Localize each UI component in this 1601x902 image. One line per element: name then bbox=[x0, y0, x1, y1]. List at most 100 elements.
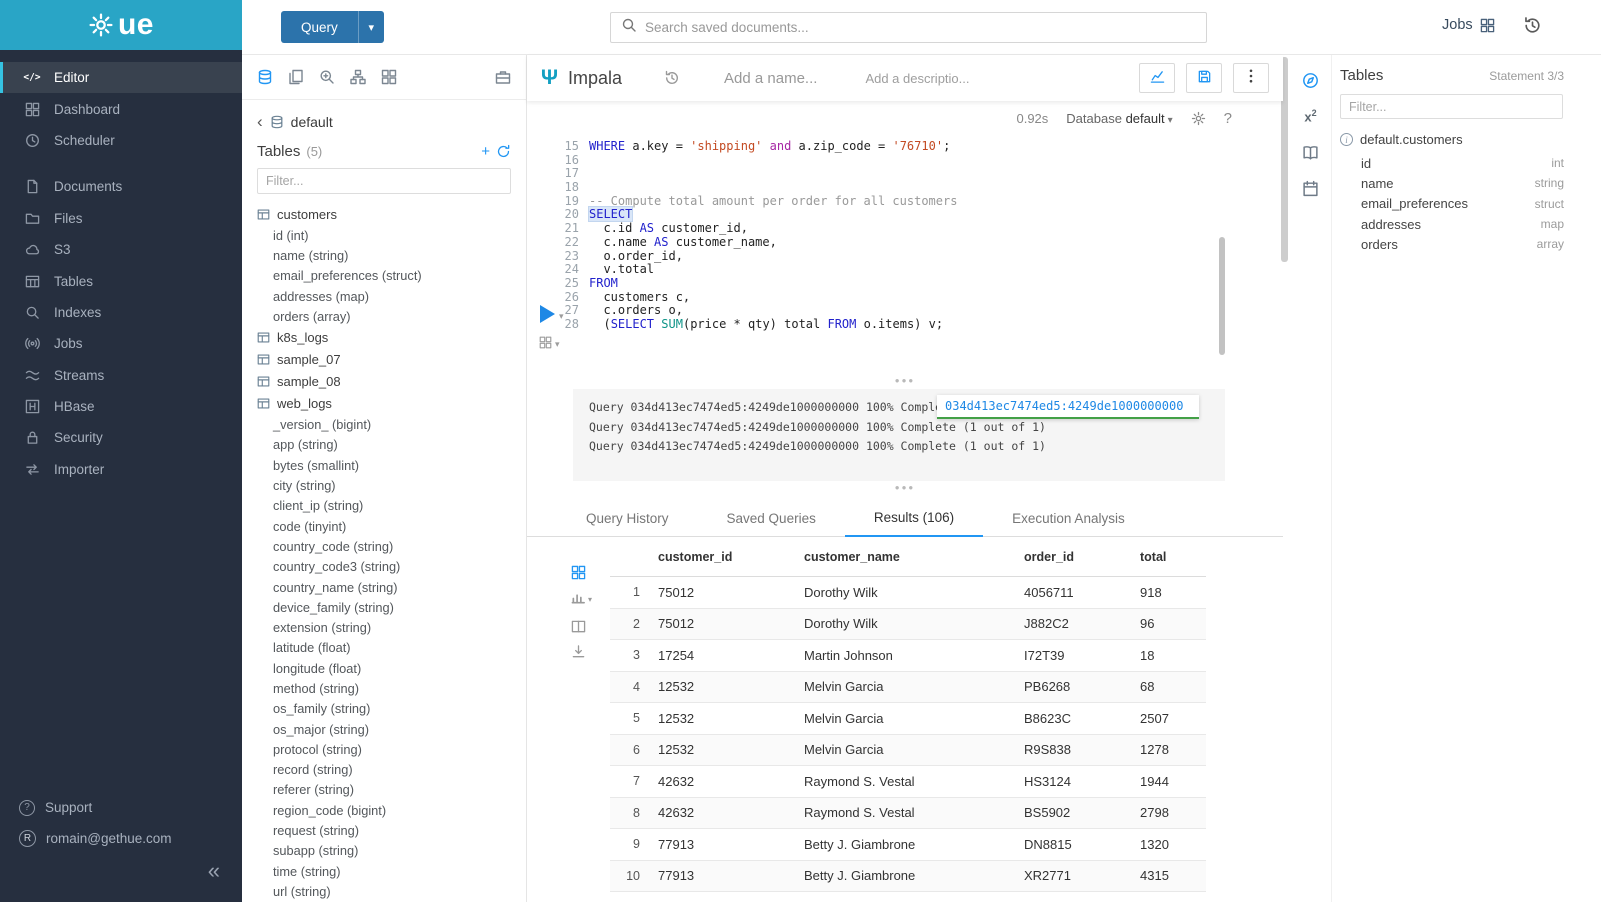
assist-column[interactable]: addresses (map) bbox=[242, 286, 526, 306]
assist-column[interactable]: longitude (float) bbox=[242, 658, 526, 678]
sidebar-item-dashboard[interactable]: Dashboard bbox=[0, 93, 242, 124]
right-filter-input[interactable] bbox=[1340, 94, 1563, 119]
refresh-icon[interactable] bbox=[496, 144, 511, 159]
save-button[interactable] bbox=[1186, 63, 1222, 93]
sidebar-item-indexes[interactable]: Indexes bbox=[0, 297, 242, 328]
resize-handle[interactable]: ●●● bbox=[527, 377, 1283, 385]
documents-icon[interactable] bbox=[288, 69, 304, 85]
sidebar-item-support[interactable]: ? Support bbox=[0, 792, 242, 823]
right-column-item[interactable]: idint bbox=[1340, 153, 1601, 173]
columns-icon[interactable] bbox=[571, 619, 592, 634]
assist-column[interactable]: name (string) bbox=[242, 245, 526, 265]
query-history-icon[interactable] bbox=[664, 70, 680, 86]
sidebar-item-jobs[interactable]: Jobs bbox=[0, 328, 242, 359]
sidebar-item-s3[interactable]: S3 bbox=[0, 234, 242, 265]
hue-logo[interactable]: ue bbox=[0, 0, 242, 50]
settings-gear-icon[interactable] bbox=[1191, 111, 1206, 126]
sidebar-item-files[interactable]: Files bbox=[0, 203, 242, 234]
sidebar-item-hbase[interactable]: HBase bbox=[0, 391, 242, 422]
format-selector[interactable]: ▾ bbox=[539, 336, 560, 352]
jobs-link[interactable]: Jobs bbox=[1442, 17, 1495, 33]
query-dropdown-caret[interactable]: ▾ bbox=[358, 11, 384, 43]
right-column-item[interactable]: ordersarray bbox=[1340, 234, 1601, 254]
tab-query-history[interactable]: Query History bbox=[557, 511, 698, 536]
sidebar-item-scheduler[interactable]: Scheduler bbox=[0, 125, 242, 156]
right-column-item[interactable]: email_preferencesstruct bbox=[1340, 194, 1601, 214]
assist-column[interactable]: region_code (bigint) bbox=[242, 800, 526, 820]
help-question-icon[interactable]: ? bbox=[1224, 110, 1232, 127]
right-column-item[interactable]: addressesmap bbox=[1340, 214, 1601, 234]
search-input[interactable] bbox=[645, 20, 1196, 35]
assist-filter-input[interactable] bbox=[257, 168, 511, 194]
assist-table-customers[interactable]: customers bbox=[242, 203, 526, 225]
results-column-header[interactable]: customer_name bbox=[800, 550, 1020, 564]
assist-column[interactable]: device_family (string) bbox=[242, 597, 526, 617]
assist-column[interactable]: request (string) bbox=[242, 820, 526, 840]
results-column-header[interactable]: customer_id bbox=[654, 550, 800, 564]
assist-column[interactable]: url (string) bbox=[242, 881, 526, 901]
add-table-icon[interactable]: + bbox=[481, 143, 490, 160]
apps-grid-icon[interactable] bbox=[381, 69, 397, 85]
sidebar-item-security[interactable]: Security bbox=[0, 422, 242, 453]
resize-handle[interactable]: ●●● bbox=[527, 484, 1283, 492]
chart-button[interactable] bbox=[1139, 63, 1175, 93]
assist-column[interactable]: orders (array) bbox=[242, 306, 526, 326]
execute-button[interactable] bbox=[540, 305, 555, 323]
language-docs-icon[interactable] bbox=[1290, 137, 1331, 167]
briefcase-icon[interactable] bbox=[495, 69, 511, 85]
editor-scrollbar[interactable] bbox=[1219, 237, 1225, 355]
results-column-header[interactable]: order_id bbox=[1020, 550, 1136, 564]
back-chevron-icon[interactable]: ‹ bbox=[257, 113, 263, 130]
assist-column[interactable]: client_ip (string) bbox=[242, 496, 526, 516]
sidebar-item-user[interactable]: R romain@gethue.com bbox=[0, 823, 242, 854]
assist-table-k8s-logs[interactable]: k8s_logs bbox=[242, 326, 526, 348]
sql-sources-icon[interactable] bbox=[257, 69, 273, 85]
search-zoom-icon[interactable] bbox=[319, 69, 335, 85]
assist-table-web-logs[interactable]: web_logs bbox=[242, 392, 526, 414]
assist-column[interactable]: method (string) bbox=[242, 678, 526, 698]
assist-column[interactable]: protocol (string) bbox=[242, 739, 526, 759]
sidebar-item-importer[interactable]: Importer bbox=[0, 454, 242, 485]
query-button-label[interactable]: Query bbox=[281, 11, 358, 43]
assist-column[interactable]: os_major (string) bbox=[242, 719, 526, 739]
assist-column[interactable]: city (string) bbox=[242, 475, 526, 495]
query-name-input[interactable]: Add a name... bbox=[724, 70, 817, 87]
more-actions-button[interactable] bbox=[1233, 63, 1269, 93]
assist-column[interactable]: subapp (string) bbox=[242, 841, 526, 861]
assist-column[interactable]: bytes (smallint) bbox=[242, 455, 526, 475]
chart-view-icon[interactable]: ▾ bbox=[571, 590, 592, 609]
assist-column[interactable]: extension (string) bbox=[242, 617, 526, 637]
assist-column[interactable]: country_code3 (string) bbox=[242, 557, 526, 577]
assist-column[interactable]: referer (string) bbox=[242, 780, 526, 800]
breadcrumb-database[interactable]: default bbox=[291, 114, 333, 130]
database-selector[interactable]: Database default▾ bbox=[1066, 111, 1172, 126]
new-query-button[interactable]: Query ▾ bbox=[281, 11, 384, 43]
assist-column[interactable]: record (string) bbox=[242, 760, 526, 780]
assist-column[interactable]: code (tinyint) bbox=[242, 516, 526, 536]
assist-column[interactable]: id (int) bbox=[242, 225, 526, 245]
right-column-item[interactable]: namestring bbox=[1340, 173, 1601, 193]
sitemap-icon[interactable] bbox=[350, 69, 366, 85]
assist-column[interactable]: _version_ (bigint) bbox=[242, 414, 526, 434]
sidebar-item-tables[interactable]: Tables bbox=[0, 265, 242, 296]
query-description-input[interactable]: Add a descriptio... bbox=[865, 71, 969, 86]
right-active-table[interactable]: i default.customers bbox=[1340, 132, 1601, 147]
assist-column[interactable]: country_code (string) bbox=[242, 536, 526, 556]
sidebar-item-streams[interactable]: Streams bbox=[0, 360, 242, 391]
assist-column[interactable]: email_preferences (struct) bbox=[242, 266, 526, 286]
assistant-icon[interactable] bbox=[1290, 65, 1331, 95]
tab-saved-queries[interactable]: Saved Queries bbox=[698, 511, 845, 536]
grid-view-icon[interactable] bbox=[571, 565, 592, 580]
sidebar-item-documents[interactable]: Documents bbox=[0, 171, 242, 202]
sidebar-collapse-button[interactable]: « bbox=[208, 858, 220, 884]
schedule-icon[interactable] bbox=[1290, 173, 1331, 203]
sidebar-item-editor[interactable]: </>Editor bbox=[0, 62, 242, 93]
tab-results-106[interactable]: Results (106) bbox=[845, 510, 983, 537]
download-icon[interactable] bbox=[571, 644, 592, 659]
assist-table-sample-07[interactable]: sample_07 bbox=[242, 348, 526, 370]
assist-column[interactable]: os_family (string) bbox=[242, 699, 526, 719]
functions-icon[interactable]: x2 bbox=[1290, 101, 1331, 131]
assist-column[interactable]: country_name (string) bbox=[242, 577, 526, 597]
assist-table-sample-08[interactable]: sample_08 bbox=[242, 370, 526, 392]
assist-column[interactable]: app (string) bbox=[242, 435, 526, 455]
